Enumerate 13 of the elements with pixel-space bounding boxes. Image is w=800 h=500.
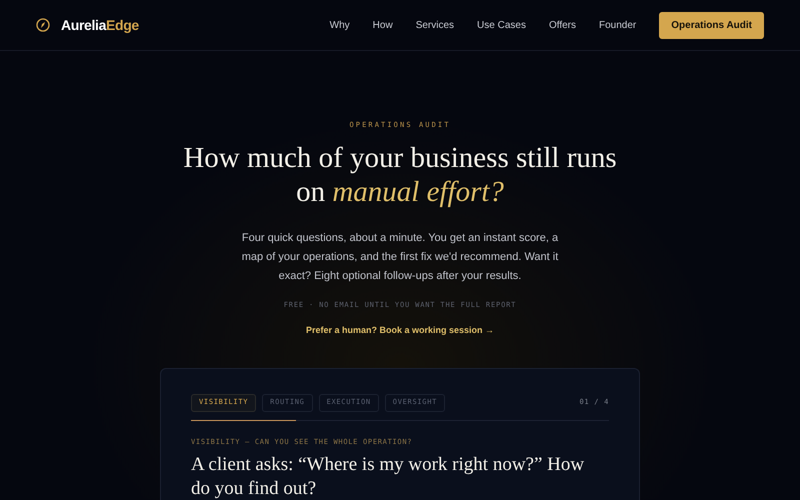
brand-name[interactable]: AureliaEdge <box>61 14 139 36</box>
hero-intro: Four quick questions, about a minute. You get an instant score, a map of your operations, and the first fix we'd recommend. Want it exact? Eight optional follow-ups after your results. <box>240 230 560 284</box>
logo-icon <box>36 18 50 32</box>
hero-title: How much of your business still runs on manual effort? <box>182 140 618 208</box>
nav-link[interactable]: Offers <box>548 18 576 32</box>
nav-link[interactable]: How <box>372 18 393 32</box>
nav-link[interactable]: Use Cases <box>477 18 526 32</box>
question-text: A client asks: “Where is my work right now?” How do you find out? <box>191 453 586 500</box>
nav-link[interactable]: Why <box>330 18 350 32</box>
nav-link[interactable]: Founder <box>599 18 636 32</box>
operations-audit-button[interactable]: Operations Audit <box>659 12 764 38</box>
book-session-link[interactable]: Prefer a human? Book a working session → <box>306 324 494 338</box>
nav-link[interactable]: Services <box>416 18 454 32</box>
